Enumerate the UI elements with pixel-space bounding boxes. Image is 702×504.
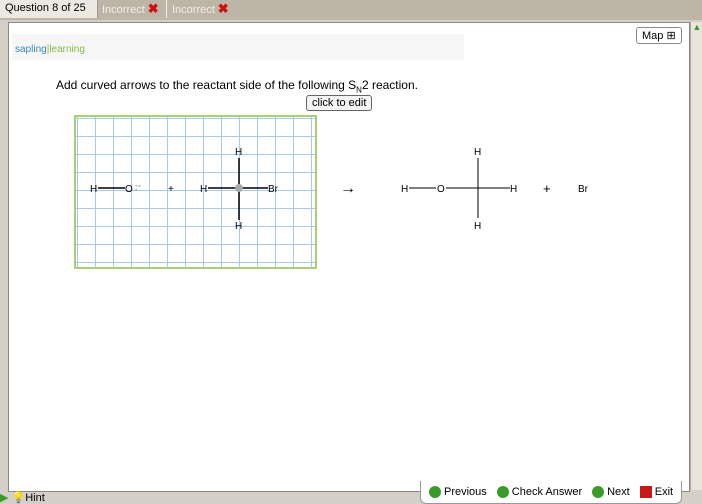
svg-text:H: H	[235, 147, 242, 158]
svg-text:O: O	[437, 184, 445, 195]
reaction-arrow: →	[340, 180, 356, 197]
vertical-scrollbar[interactable]: ▲	[690, 22, 702, 490]
previous-button[interactable]: Previous	[429, 486, 487, 498]
scroll-up-icon[interactable]: ▲	[691, 22, 702, 32]
exit-button[interactable]: Exit	[639, 486, 673, 498]
lightbulb-icon: 💡	[11, 492, 26, 504]
svg-text:H: H	[474, 221, 481, 232]
bromide-product: Br	[578, 184, 589, 195]
reaction-drawing: H O :⁻ + H H H Br → H O H H H + Br	[90, 147, 589, 232]
svg-text:H: H	[90, 184, 97, 195]
check-answer-button[interactable]: Check Answer	[496, 486, 582, 498]
back-arrow-icon	[429, 486, 441, 498]
svg-text:H: H	[474, 147, 481, 158]
svg-text:H: H	[235, 221, 242, 232]
exit-door-icon	[639, 486, 652, 498]
svg-text:H: H	[510, 184, 517, 195]
methanol-product: H O H H H	[401, 147, 517, 232]
forward-arrow-icon	[592, 486, 605, 498]
svg-text::⁻: :⁻	[135, 183, 141, 192]
expand-icon: ▶	[0, 492, 9, 504]
svg-text:H: H	[200, 184, 207, 195]
svg-text:H: H	[401, 184, 408, 195]
svg-text:Br: Br	[268, 184, 279, 195]
methyl-bromide-reactant: H H H Br	[200, 147, 279, 232]
check-icon	[496, 486, 509, 498]
plus-sign: +	[168, 184, 174, 195]
next-button[interactable]: Next	[592, 486, 630, 498]
hint-button[interactable]: ▶ 💡Hint	[0, 491, 45, 504]
hydroxide-reactant: H O :⁻	[90, 183, 141, 195]
nav-bar: Previous Check Answer Next Exit	[420, 481, 683, 504]
plus-sign: +	[543, 181, 551, 196]
svg-text:O: O	[125, 184, 133, 195]
